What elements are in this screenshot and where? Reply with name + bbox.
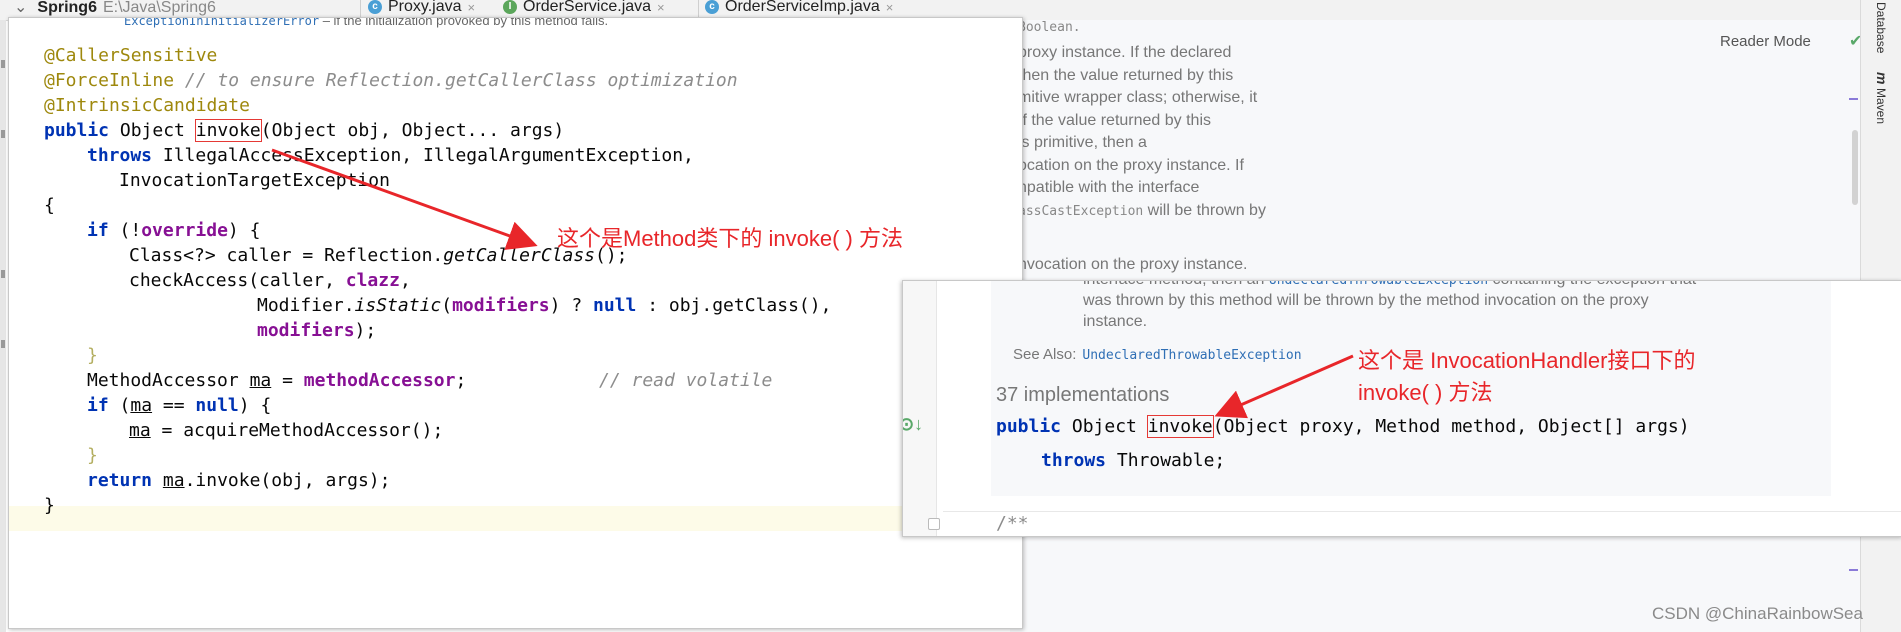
- annotation-arrows: [271, 148, 1354, 419]
- arrow-to-handler-invoke: [1214, 354, 1354, 419]
- watermark: CSDN @ChinaRainbowSea: [1652, 604, 1863, 623]
- arrow-to-method-invoke: [271, 148, 538, 250]
- callout-handler-invoke-line2: invoke( ) 方法: [1358, 380, 1493, 405]
- callout-handler-invoke-line1: 这个是 InvocationHandler接口下的: [1358, 348, 1696, 373]
- callout-method-invoke: 这个是Method类下的 invoke( ) 方法: [557, 226, 903, 251]
